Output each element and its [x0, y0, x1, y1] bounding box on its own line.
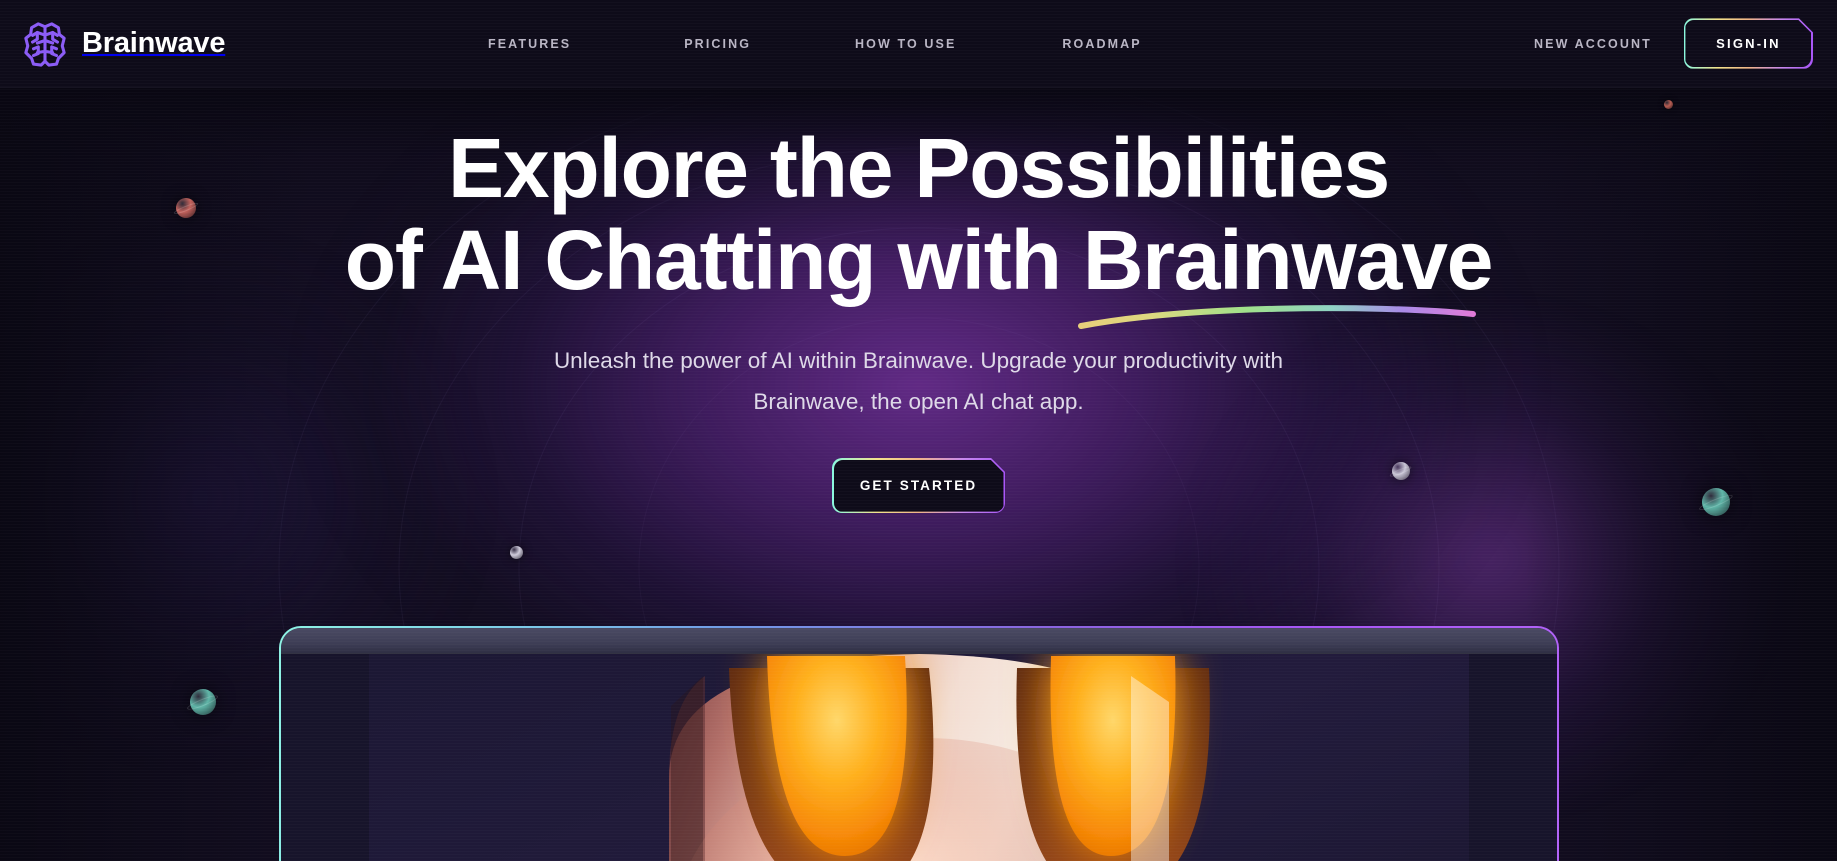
sphere-grey-right: [1389, 462, 1413, 480]
headline-line-2-prefix: of AI Chatting with: [344, 213, 1083, 307]
header-actions: NEW ACCOUNT SIGN-IN: [1534, 18, 1837, 68]
sign-in-button[interactable]: SIGN-IN: [1684, 18, 1813, 68]
brand-logo-link[interactable]: Brainwave: [0, 20, 470, 68]
site-header: Brainwave FEATURES PRICING HOW TO USE RO…: [0, 0, 1837, 88]
nav-features[interactable]: FEATURES: [488, 37, 571, 51]
sphere-dot-right: [1664, 100, 1673, 109]
main-navigation: FEATURES PRICING HOW TO USE ROADMAP: [470, 37, 1534, 51]
sphere-grey-small: [510, 546, 523, 559]
page-root: Explore the Possibilities of AI Chatting…: [0, 0, 1837, 861]
panel-title-bar: [280, 628, 1557, 654]
new-account-link[interactable]: NEW ACCOUNT: [1534, 37, 1652, 51]
brain-logo-icon: [24, 21, 66, 67]
get-started-button[interactable]: GET STARTED: [832, 458, 1005, 513]
sphere-red-left: [173, 198, 199, 218]
robot-image-stage: [280, 654, 1557, 861]
hero-subtitle: Unleash the power of AI within Brainwave…: [553, 348, 1284, 414]
ai-robot-preview-panel[interactable]: [278, 626, 1559, 861]
hero-cta-wrapper: GET STARTED: [259, 458, 1579, 513]
nav-roadmap[interactable]: ROADMAP: [1062, 37, 1141, 51]
page-title: Explore the Possibilities of AI Chatting…: [259, 121, 1579, 329]
sign-in-label: SIGN-IN: [1716, 36, 1781, 51]
sphere-teal-right: [1698, 488, 1734, 516]
get-started-label: GET STARTED: [859, 478, 978, 494]
headline-line-2: of AI Chatting with Brainwave: [344, 213, 1493, 329]
headline-line-1: Explore the Possibilities: [448, 121, 1390, 215]
robot-face-illustration-icon: [368, 654, 1469, 861]
headline-brand-word: Brainwave: [1077, 214, 1493, 329]
nav-how-to-use[interactable]: HOW TO USE: [855, 37, 956, 51]
brand-name: Brainwave: [82, 27, 226, 59]
nav-pricing[interactable]: PRICING: [684, 37, 751, 51]
sphere-teal-left: [186, 689, 220, 715]
